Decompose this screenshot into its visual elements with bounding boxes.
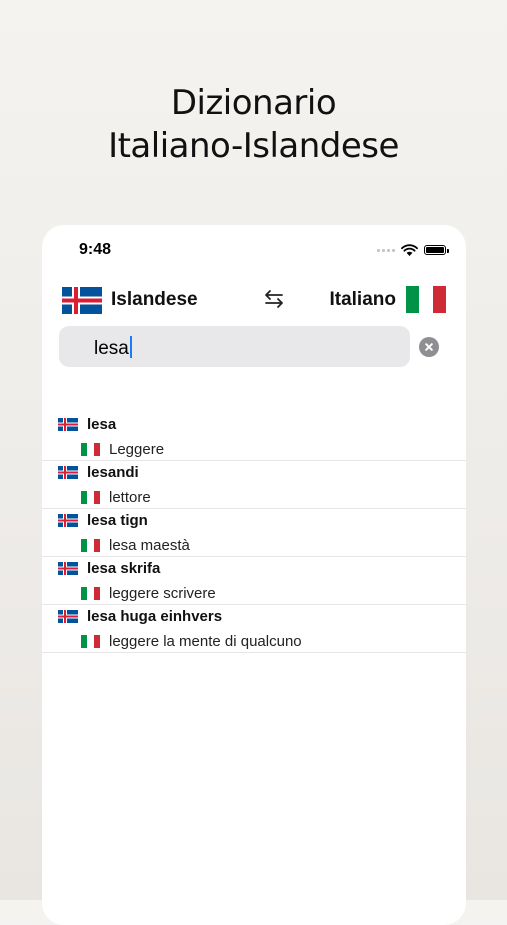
- result-row[interactable]: lesandi lettore: [42, 461, 466, 509]
- results-list: lesa Leggere lesandi lettore lesa tign lesa m…: [42, 413, 466, 653]
- iceland-flag-icon: [58, 466, 78, 484]
- signal-icon: [377, 248, 395, 252]
- battery-icon: [424, 245, 449, 255]
- result-translation: lesa maestà: [109, 537, 190, 554]
- iceland-flag-icon: [58, 418, 78, 436]
- status-time: 9:48: [79, 241, 112, 258]
- phone-screen: 9:48 Islandese Italiano lesa lesa Legger…: [42, 225, 466, 925]
- result-word: lesa: [87, 416, 117, 433]
- status-icons: [377, 244, 449, 256]
- wifi-icon: [401, 244, 418, 256]
- result-row[interactable]: lesa huga einhvers leggere la mente di qu…: [42, 605, 466, 653]
- result-word: lesandi: [87, 464, 139, 481]
- result-row[interactable]: lesa tign lesa maestà: [42, 509, 466, 557]
- italy-flag-icon[interactable]: [406, 286, 446, 313]
- promo-headline: Dizionario Italiano-Islandese: [0, 82, 507, 168]
- iceland-flag-icon: [58, 610, 78, 628]
- italy-flag-icon: [81, 635, 100, 648]
- headline-line-1: Dizionario: [170, 83, 337, 123]
- result-word: lesa skrifa: [87, 560, 161, 577]
- iceland-flag-icon: [58, 514, 78, 532]
- result-row[interactable]: lesa Leggere: [42, 413, 466, 461]
- italy-flag-icon: [81, 443, 100, 456]
- headline-line-2: Italiano-Islandese: [108, 126, 399, 166]
- source-language-button[interactable]: Islandese: [111, 289, 198, 311]
- result-word: lesa tign: [87, 512, 148, 529]
- language-bar: Islandese Italiano: [62, 285, 446, 315]
- iceland-flag-icon: [58, 562, 78, 580]
- result-translation: leggere scrivere: [109, 585, 216, 602]
- search-field[interactable]: lesa: [59, 326, 410, 367]
- search-input-text[interactable]: lesa: [94, 336, 132, 360]
- result-translation: lettore: [109, 489, 151, 506]
- text-caret: [129, 336, 132, 358]
- clear-search-icon[interactable]: [419, 337, 439, 357]
- result-translation: Leggere: [109, 441, 165, 458]
- target-language-button[interactable]: Italiano: [329, 289, 396, 311]
- italy-flag-icon: [81, 587, 100, 600]
- result-word: lesa huga einhvers: [87, 608, 223, 625]
- result-row[interactable]: lesa skrifa leggere scrivere: [42, 557, 466, 605]
- swap-arrows-icon[interactable]: [262, 287, 286, 311]
- result-translation: leggere la mente di qualcuno: [109, 633, 302, 650]
- iceland-flag-icon[interactable]: [62, 287, 102, 314]
- italy-flag-icon: [81, 539, 100, 552]
- italy-flag-icon: [81, 491, 100, 504]
